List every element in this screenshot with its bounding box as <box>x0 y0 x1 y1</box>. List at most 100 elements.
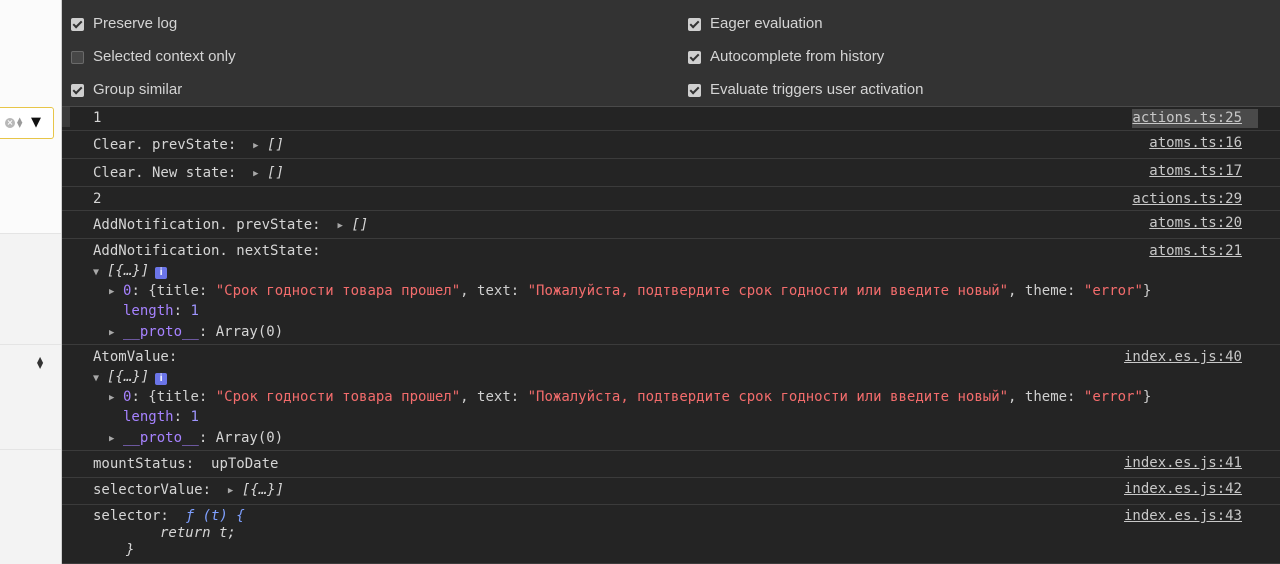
text-value: "Пожалуйста, подтвердите срок годности и… <box>527 283 1009 299</box>
length-key: length <box>123 409 174 425</box>
source-link[interactable]: index.es.js:41 <box>1124 454 1242 473</box>
message-label: selectorValue: <box>93 482 212 498</box>
triangle-right-icon[interactable]: ▶ <box>109 430 123 449</box>
console-message: 1 actions.ts:25 <box>62 107 1280 131</box>
source-link[interactable]: actions.ts:25 <box>1132 109 1258 128</box>
console-message: selectorValue: ▶ [{…}] index.es.js:42 <box>62 478 1280 505</box>
checkbox-icon[interactable] <box>71 83 84 97</box>
clear-icon[interactable]: × <box>5 118 15 128</box>
theme-key: , theme: <box>1008 283 1084 299</box>
function-body: return t; <box>160 525 236 541</box>
length-value: 1 <box>190 409 199 425</box>
triangle-right-icon[interactable]: ▶ <box>109 389 123 408</box>
setting-label: Preserve log <box>93 15 178 32</box>
triangle-right-icon[interactable]: ▶ <box>228 482 242 501</box>
length-key: length <box>123 303 174 319</box>
length-property: length: 1 <box>123 409 199 425</box>
setting-group-similar[interactable]: Group similar <box>71 81 182 99</box>
triangle-down-icon[interactable]: ▼ <box>93 369 107 388</box>
message-label: selector: <box>93 508 169 524</box>
function-close: } <box>126 542 135 558</box>
theme-key: , theme: <box>1008 389 1084 405</box>
message-text: 2 <box>93 191 102 207</box>
console-message: selector: ƒ (t) { return t; } index.es.j… <box>62 505 1280 564</box>
length-value: 1 <box>190 303 199 319</box>
checkbox-icon[interactable] <box>688 83 701 97</box>
message-label: mountStatus: <box>93 456 195 472</box>
setting-preserve-log[interactable]: Preserve log <box>71 15 177 33</box>
divider <box>0 233 61 234</box>
checkbox-icon[interactable] <box>688 50 701 64</box>
chevron-down-icon[interactable]: ▼ <box>31 115 41 131</box>
divider <box>0 449 61 450</box>
console-message: Clear. prevState: ▶[] atoms.ts:16 <box>62 131 1280 159</box>
message-label: AddNotification. prevState: <box>93 217 321 233</box>
setting-eager-evaluation[interactable]: Eager evaluation <box>688 15 823 33</box>
array-summary[interactable]: ▼ [{…}] i <box>93 262 168 282</box>
object-open: {title: <box>148 283 216 299</box>
setting-label: Autocomplete from history <box>710 48 885 65</box>
array-item[interactable]: ▶ 0: {title: "Срок годности товара прошел… <box>109 388 1151 408</box>
proto-value: Array(0) <box>215 430 284 446</box>
context-selector[interactable]: × ▲ ▼ ▼ <box>0 107 54 139</box>
source-link[interactable]: atoms.ts:21 <box>1149 242 1242 261</box>
source-link[interactable]: atoms.ts:17 <box>1149 162 1242 181</box>
triangle-right-icon[interactable]: ▶ <box>109 283 123 302</box>
triangle-right-icon[interactable]: ▶ <box>337 217 351 236</box>
proto-property[interactable]: ▶ __proto__: Array(0) <box>109 429 283 449</box>
triangle-right-icon[interactable]: ▶ <box>253 165 267 184</box>
source-link[interactable]: actions.ts:29 <box>1132 190 1242 209</box>
array-summary[interactable]: ▼ [{…}] i <box>93 368 168 388</box>
length-property: length: 1 <box>123 303 199 319</box>
array-value[interactable]: [] <box>267 165 284 181</box>
setting-selected-context-only[interactable]: Selected context only <box>71 48 236 66</box>
proto-property[interactable]: ▶ __proto__: Array(0) <box>109 323 283 343</box>
console-message: Clear. New state: ▶[] atoms.ts:17 <box>62 159 1280 187</box>
theme-value: "error" <box>1083 389 1143 405</box>
setting-label: Group similar <box>93 81 183 98</box>
text-value: "Пожалуйста, подтвердите срок годности и… <box>527 389 1009 405</box>
console-message-expanded: AddNotification. nextState: atoms.ts:21 … <box>62 239 1280 345</box>
stepper-icon[interactable]: ▲ ▼ <box>17 117 22 129</box>
array-value[interactable]: [] <box>267 137 284 153</box>
setting-label: Eager evaluation <box>710 15 823 32</box>
status-value: upToDate <box>211 456 279 472</box>
info-icon[interactable]: i <box>155 373 168 385</box>
checkbox-icon[interactable] <box>71 17 84 31</box>
source-link[interactable]: index.es.js:40 <box>1124 348 1242 367</box>
source-link[interactable]: atoms.ts:16 <box>1149 134 1242 153</box>
source-link[interactable]: index.es.js:42 <box>1124 480 1242 499</box>
setting-label: Selected context only <box>93 48 236 65</box>
array-item[interactable]: ▶ 0: {title: "Срок годности товара прошел… <box>109 282 1151 302</box>
triangle-right-icon[interactable]: ▶ <box>109 324 123 343</box>
checkbox-icon[interactable] <box>71 50 84 64</box>
function-signature[interactable]: ƒ (t) { <box>186 508 245 524</box>
object-open: {title: <box>148 389 216 405</box>
checkbox-icon[interactable] <box>688 17 701 31</box>
array-summary-text: [{…}] <box>107 263 150 279</box>
source-link[interactable]: index.es.js:43 <box>1124 507 1242 526</box>
setting-evaluate-triggers[interactable]: Evaluate triggers user activation <box>688 81 923 99</box>
console-message: 2 actions.ts:29 <box>62 187 1280 211</box>
source-link[interactable]: atoms.ts:20 <box>1149 214 1242 233</box>
divider <box>0 344 61 345</box>
text-key: , text: <box>460 283 528 299</box>
text-key: , text: <box>460 389 528 405</box>
console-message: mountStatus: upToDate index.es.js:41 <box>62 451 1280 478</box>
console-message-expanded: AtomValue: index.es.js:40 ▼ [{…}] i ▶ 0: {t… <box>62 345 1280 451</box>
message-gutter <box>62 107 70 127</box>
setting-label: Evaluate triggers user activation <box>710 81 924 98</box>
console-settings-panel: Preserve log Selected context only Group… <box>62 0 1280 107</box>
setting-autocomplete-history[interactable]: Autocomplete from history <box>688 48 884 66</box>
array-value[interactable]: [] <box>351 217 368 233</box>
triangle-right-icon[interactable]: ▶ <box>253 137 267 156</box>
info-icon[interactable]: i <box>155 267 168 279</box>
triangle-down-icon[interactable]: ▼ <box>93 263 107 282</box>
sort-arrows-icon[interactable]: ▲ ▼ <box>37 356 43 370</box>
proto-key: __proto__ <box>123 430 199 446</box>
message-label: AtomValue: <box>93 349 178 365</box>
array-value[interactable]: [{…}] <box>242 482 284 498</box>
console-message: AddNotification. prevState: ▶[] atoms.ts… <box>62 211 1280 239</box>
object-close: } <box>1142 389 1152 405</box>
message-text: selectorValue: ▶ [{…}] <box>93 481 284 501</box>
